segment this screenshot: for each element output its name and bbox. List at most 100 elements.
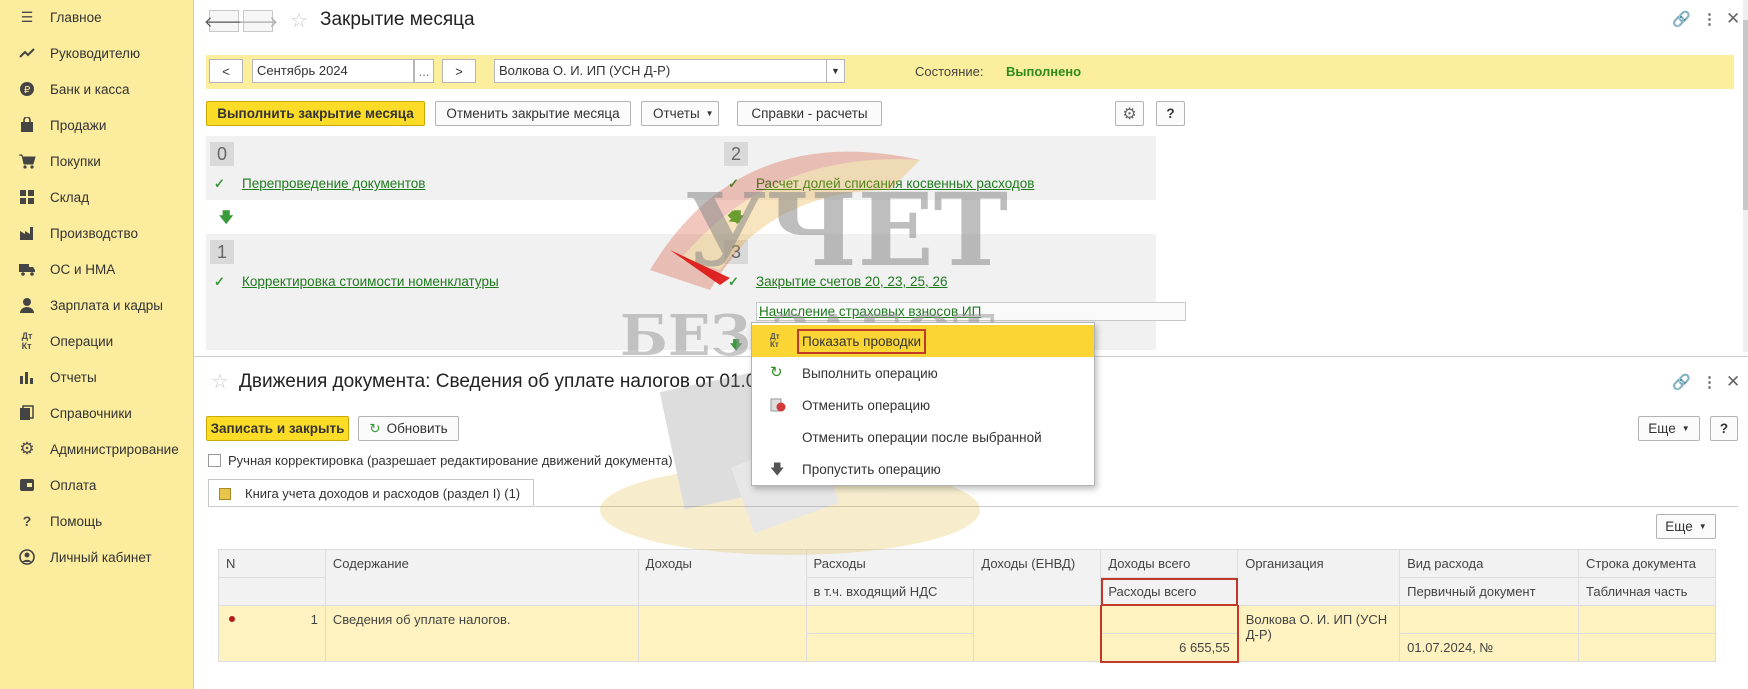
sidebar-item-label: Личный кабинет (50, 549, 152, 565)
row-incoming-vat[interactable] (805, 633, 975, 662)
col-n[interactable]: N (218, 549, 326, 578)
sidebar-item-operations[interactable]: Дт Кт Операции (0, 326, 194, 356)
col-primary-document[interactable]: Первичный документ (1399, 577, 1579, 606)
period-select-button[interactable]: ... (414, 59, 434, 83)
cancel-month-close-button[interactable]: Отменить закрытие месяца (435, 101, 631, 126)
sidebar-item-references[interactable]: Справочники (0, 398, 194, 428)
row-document-line[interactable] (1578, 605, 1716, 634)
sidebar-item-assets[interactable]: ОС и НМА (0, 254, 194, 284)
period-next-button[interactable]: > (442, 59, 476, 83)
row-organization[interactable]: Волкова О. И. ИП (УСН Д-Р) (1237, 605, 1401, 662)
row-expenses[interactable] (805, 605, 975, 634)
sidebar-item-help[interactable]: ? Помощь (0, 506, 194, 536)
link-icon[interactable]: 🔗 (1672, 373, 1691, 391)
help-button[interactable]: ? (1710, 416, 1738, 441)
sidebar-item-reports[interactable]: Отчеты (0, 362, 194, 392)
sidebar-item-admin[interactable]: ⚙ Администрирование (0, 434, 194, 464)
books-icon (18, 404, 36, 422)
menu-item-skip-operation[interactable]: 🡇 Пропустить операцию (752, 453, 1094, 485)
close-icon[interactable]: ✕ (1726, 9, 1740, 29)
menu-item-show-postings[interactable]: Дт Кт Показать проводки (752, 325, 1094, 357)
period-field[interactable]: Сентябрь 2024 (252, 59, 414, 83)
favorite-star-icon[interactable]: ☆ (290, 8, 308, 33)
gear-icon: ⚙ (1122, 105, 1137, 123)
tab-income-expenses-book[interactable]: Книга учета доходов и расходов (раздел I… (208, 479, 534, 507)
col-income[interactable]: Доходы (637, 549, 807, 606)
col-expenses[interactable]: Расходы (805, 549, 975, 578)
col-income-envd[interactable]: Доходы (ЕНВД) (973, 549, 1102, 606)
col-table-part[interactable]: Табличная часть (1578, 577, 1716, 606)
sidebar-item-bank[interactable]: ₽ Банк и касса (0, 74, 194, 104)
col-document-line[interactable]: Строка документа (1578, 549, 1716, 578)
step-number: 3 (724, 240, 748, 264)
col-incoming-vat[interactable]: в т.ч. входящий НДС (805, 577, 975, 606)
sidebar-item-sales[interactable]: Продажи (0, 110, 194, 140)
sidebar-item-payment[interactable]: Оплата (0, 470, 194, 500)
sidebar-item-label: Склад (50, 189, 90, 205)
reports-dropdown-button[interactable]: Отчеты ▼ (641, 101, 719, 126)
sidebar-item-main[interactable]: ☰ Главное (0, 2, 194, 32)
period-bar: < Сентябрь 2024 ... > Волкова О. И. ИП (… (206, 55, 1734, 89)
row-expense-type[interactable] (1399, 605, 1579, 634)
back-button[interactable]: 🡐 (204, 10, 244, 32)
organization-dropdown-icon[interactable]: ▼ (826, 59, 845, 83)
favorite-star-icon[interactable]: ☆ (211, 369, 229, 394)
settings-button[interactable]: ⚙ (1115, 101, 1144, 126)
row-income-envd[interactable] (973, 605, 1102, 662)
table-row[interactable]: 1 Сведения об уплате налогов. Волкова О.… (218, 605, 1716, 662)
row-expenses-total[interactable]: 6 655,55 (1099, 633, 1239, 663)
help-button[interactable]: ? (1156, 101, 1185, 126)
top-scrollbar[interactable] (1743, 0, 1748, 352)
step-block-0: 0 ✓ Перепроведение документов (206, 136, 674, 200)
coin-icon: ₽ (18, 80, 36, 98)
step-link-close-accounts[interactable]: Закрытие счетов 20, 23, 25, 26 (756, 274, 948, 289)
row-income[interactable] (637, 605, 807, 662)
step-link-indirect-costs[interactable]: Расчет долей списания косвенных расходов (756, 176, 1034, 191)
organization-field[interactable]: Волкова О. И. ИП (УСН Д-Р) (494, 59, 844, 83)
sidebar-item-label: Отчеты (50, 369, 97, 385)
sidebar-item-purchases[interactable]: Покупки (0, 146, 194, 176)
table-header-row: N Содержание Доходы Расходы Доходы (ЕНВД… (218, 549, 1716, 606)
col-content[interactable]: Содержание (324, 549, 639, 606)
col-income-total[interactable]: Доходы всего (1100, 549, 1239, 578)
run-month-close-button[interactable]: Выполнить закрытие месяца (206, 101, 425, 126)
menu-item-cancel-after[interactable]: Отменить операции после выбранной (752, 421, 1094, 453)
more-vertical-icon[interactable]: ⋮ (1702, 373, 1717, 391)
question-icon: ? (22, 513, 32, 529)
check-icon: ✓ (728, 274, 739, 289)
bag-icon (18, 116, 36, 134)
row-primary-document[interactable]: 01.07.2024, № (1399, 633, 1579, 662)
refresh-button[interactable]: ↻ Обновить (358, 416, 459, 441)
row-income-total[interactable] (1099, 605, 1239, 634)
scrollbar-thumb[interactable] (1743, 20, 1748, 210)
step-link-insurance-contributions[interactable]: Начисление страховых взносов ИП (756, 302, 1186, 321)
sidebar: ☰ Главное Руководителю ₽ Банк и касса Прод… (0, 0, 194, 689)
sidebar-item-production[interactable]: Производство (0, 218, 194, 248)
step-link-cost-adjustment[interactable]: Корректировка стоимости номенклатуры (242, 274, 499, 289)
save-close-button[interactable]: Записать и закрыть (206, 416, 349, 441)
col-expense-type[interactable]: Вид расхода (1399, 549, 1579, 578)
row-table-part[interactable] (1578, 633, 1716, 662)
sidebar-item-salary[interactable]: Зарплата и кадры (0, 290, 194, 320)
link-icon[interactable]: 🔗 (1672, 10, 1691, 28)
more-button[interactable]: Еще ▼ (1638, 416, 1700, 441)
menu-item-run-operation[interactable]: ↻ Выполнить операцию (752, 357, 1094, 389)
period-prev-button[interactable]: < (209, 59, 243, 83)
col-organization[interactable]: Организация (1237, 549, 1401, 606)
more-label: Еще (1665, 519, 1693, 534)
arrow-down-icon: 🡇 (730, 338, 743, 352)
close-icon[interactable]: ✕ (1726, 372, 1740, 392)
table-more-button[interactable]: Еще ▼ (1656, 514, 1716, 539)
sidebar-item-manager[interactable]: Руководителю (0, 38, 194, 68)
sidebar-item-label: Руководителю (50, 45, 141, 61)
row-content[interactable]: Сведения об уплате налогов. (324, 605, 639, 662)
sidebar-item-account[interactable]: Личный кабинет (0, 542, 194, 572)
references-button[interactable]: Справки - расчеты (737, 101, 882, 126)
forward-button[interactable]: 🡒 (238, 10, 278, 32)
col-expenses-total[interactable]: Расходы всего (1100, 577, 1239, 606)
menu-item-cancel-operation[interactable]: Отменить операцию (752, 389, 1094, 421)
sidebar-item-warehouse[interactable]: Склад (0, 182, 194, 212)
step-link-reposting[interactable]: Перепроведение документов (242, 176, 425, 191)
more-vertical-icon[interactable]: ⋮ (1702, 10, 1717, 28)
manual-correction-checkbox[interactable] (208, 454, 221, 467)
